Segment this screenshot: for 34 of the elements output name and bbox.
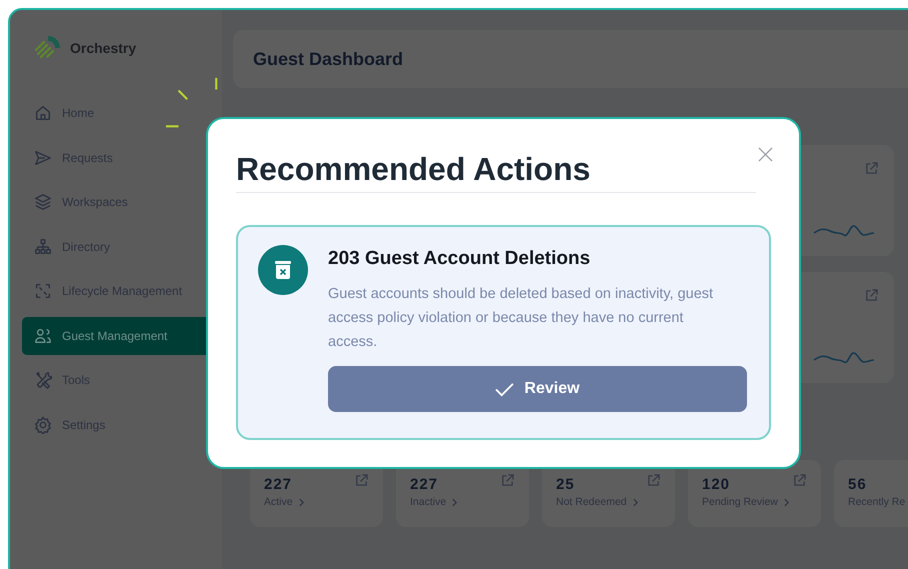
external-link-icon[interactable] (865, 162, 878, 175)
chevron-icon (298, 498, 304, 506)
layers-icon (34, 193, 52, 211)
stat-value: 227 (264, 476, 292, 493)
chevron-icon (452, 498, 458, 506)
people-icon (34, 326, 52, 344)
external-link-icon[interactable] (501, 474, 514, 487)
stat-value: 227 (410, 476, 438, 493)
chevron-icon (784, 498, 789, 506)
external-link-icon[interactable] (865, 289, 878, 302)
external-link-icon[interactable] (793, 474, 806, 487)
sparkline-drawing (813, 350, 877, 364)
page-title: Guest Dashboard (253, 48, 404, 70)
tools-icon (34, 371, 52, 389)
trash-icon (258, 245, 308, 295)
cycle-icon (34, 282, 52, 300)
external-link-icon[interactable] (355, 474, 368, 487)
hierarchy-icon (34, 238, 52, 256)
send-icon (34, 148, 52, 166)
dialog-title: Recommended Actions (236, 151, 756, 193)
review-button[interactable]: Review (328, 366, 747, 412)
chevron-icon (632, 498, 638, 506)
close-icon[interactable] (758, 147, 773, 162)
brand-name: Orchestry (70, 40, 136, 56)
stat-value: 120 (702, 476, 730, 493)
home-icon (34, 104, 52, 122)
check-icon (495, 382, 514, 396)
action-title: 203 Guest Account Deletions (328, 248, 592, 270)
sparkline-drawing (813, 223, 877, 237)
action-description: Guest accounts should be deleted based on inactivity, guest access policy violation or because they have no current access. (328, 285, 714, 352)
stat-value: 56 (848, 476, 867, 493)
external-link-icon[interactable] (647, 474, 660, 487)
settings-icon (34, 416, 52, 434)
stat-value: 25 (556, 476, 575, 493)
